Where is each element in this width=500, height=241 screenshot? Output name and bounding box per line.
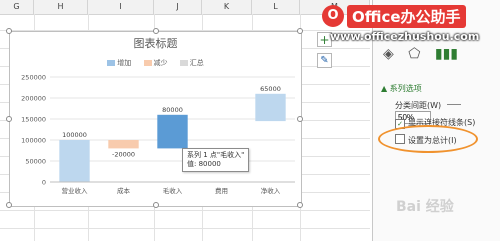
column-header-row: G H I J K L M [0,0,370,15]
x-tick-label: 费用 [215,186,228,195]
waterfall-chart[interactable]: 图表标题 增加 减少 汇总 250000 200000 150000 100000 50… [6,28,303,208]
y-tick-label: 50000 [25,158,46,166]
office-brand-watermark: O Office办公助手 [322,4,500,30]
data-label: 80000 [162,106,183,114]
office-logo-icon: O [322,5,344,27]
y-tick-label: 250000 [21,74,46,82]
column-header-i[interactable]: I [88,0,154,14]
column-header-g[interactable]: G [0,0,34,14]
data-label: 65000 [260,85,281,93]
bar-0[interactable] [59,140,90,182]
highlight-ellipse [378,125,478,153]
y-tick-label: 200000 [21,95,46,103]
fill-bucket-icon[interactable]: ◈ [383,46,394,62]
x-tick-label: 营业收入 [62,186,89,195]
bar-chart-options-icon[interactable]: ▮▮▮ [435,46,458,62]
data-label: -20000 [112,150,135,158]
data-label: 100000 [62,131,87,139]
data-point-tooltip: 系列 1 点"毛收入" 值: 80000 [182,148,250,172]
bar-1[interactable] [108,140,139,149]
pane-tabs: ◈ ⬠ ▮▮▮ [383,46,468,62]
tooltip-series-line: 系列 1 点"毛收入" [187,151,245,159]
brand-url: www.officezhushou.com [330,30,480,43]
bar-2[interactable] [157,114,188,149]
gap-width-label: 分类间距(W) [395,101,442,110]
plus-icon: + [319,33,330,47]
chart-styles-button[interactable]: ✎ [317,53,332,68]
column-header-j[interactable]: J [154,0,202,14]
x-tick-label: 成本 [117,186,131,195]
gap-width-slider[interactable] [446,104,461,105]
column-header-k[interactable]: K [202,0,252,14]
bar-4[interactable] [255,93,286,122]
column-header-l[interactable]: L [252,0,300,14]
y-tick-label: 100000 [21,137,46,145]
y-tick-label: 150000 [21,116,46,124]
plot-area[interactable]: 250000 200000 150000 100000 50000 0 100000 营业收入… [10,32,301,206]
tooltip-value-line: 值: 80000 [187,160,221,168]
column-header-h[interactable]: H [34,0,88,14]
brush-icon: ✎ [320,55,329,66]
x-tick-label: 毛收入 [163,186,183,195]
y-tick-label: 0 [42,179,46,187]
pentagon-effects-icon[interactable]: ⬠ [408,46,420,62]
brand-text: Office办公助手 [347,5,466,28]
baidu-watermark: Bai 经验 [396,199,454,215]
series-options-section[interactable]: ▲ 系列选项 [381,83,422,94]
x-tick-label: 净收入 [261,186,281,195]
